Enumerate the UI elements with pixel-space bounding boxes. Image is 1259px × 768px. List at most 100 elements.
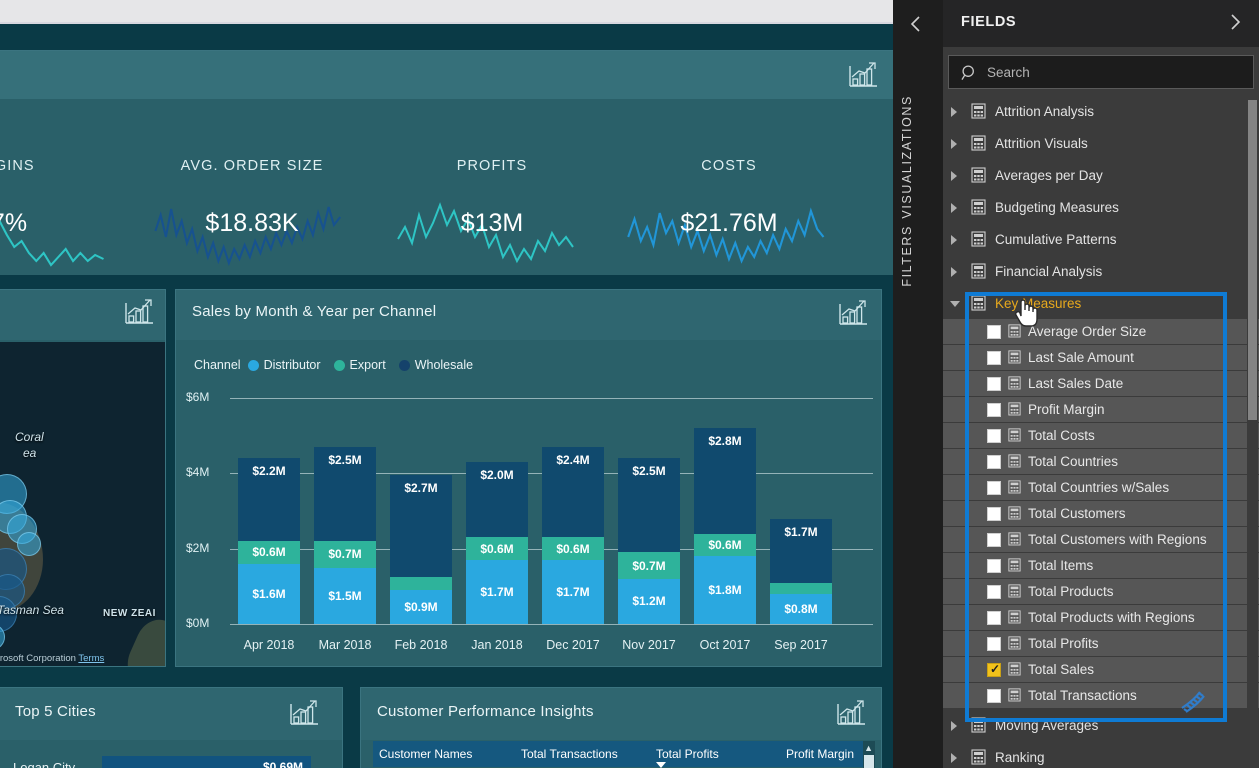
bar-stack[interactable]: $2.0M $0.6M $1.7M (466, 462, 528, 624)
scrollbar-thumb[interactable] (1248, 100, 1257, 420)
chevron-right-icon[interactable] (1225, 12, 1245, 32)
field-group-financial-analysis[interactable]: Financial Analysis (943, 255, 1259, 287)
kpi-summary-panel[interactable]: RGINS 7% AVG. ORDER SIZE $18.83K PROFITS… (0, 50, 894, 275)
chart-icon[interactable] (837, 299, 869, 327)
fields-vertical-scrollbar[interactable] (1247, 96, 1258, 768)
top-5-cities-panel[interactable]: Top 5 Cities Logan City $0.69M (0, 687, 343, 768)
bar-segment-distributor[interactable]: $0.9M (390, 590, 452, 624)
chart-icon[interactable] (288, 699, 320, 727)
field-group-ranking[interactable]: Ranking (943, 741, 1259, 768)
bar-segment-wholesale[interactable]: $2.8M (694, 428, 756, 534)
bar-segment-distributor[interactable]: $0.8M (770, 593, 832, 624)
chevron-left-icon[interactable] (905, 13, 927, 35)
chevron-down-icon[interactable] (950, 301, 960, 312)
field-measure-total-customers[interactable]: Total Customers (943, 501, 1259, 527)
field-group-cumulative-patterns[interactable]: Cumulative Patterns (943, 223, 1259, 255)
bar-stack[interactable]: $2.2M $0.6M $1.6M (238, 458, 300, 624)
measure-checkbox[interactable] (987, 611, 1001, 625)
column-header-customer-names[interactable]: Customer Names (373, 747, 513, 761)
bar-segment-wholesale[interactable]: $2.2M (238, 458, 300, 542)
table-vertical-scrollbar[interactable]: ▲ (863, 741, 875, 768)
tab-filters[interactable]: FILTERS (900, 225, 914, 287)
measure-checkbox[interactable] (987, 429, 1001, 443)
measure-checkbox[interactable] (987, 637, 1001, 651)
bar-segment-wholesale[interactable]: $2.4M (542, 446, 604, 538)
chevron-right-icon[interactable] (951, 203, 957, 213)
map-canvas[interactable]: Coral ea Tasman Sea NEW ZEAI icrosoft Co… (0, 342, 165, 666)
column-header-total-transactions[interactable]: Total Transactions (513, 747, 648, 761)
bar-segment-export[interactable]: $0.6M (542, 537, 604, 560)
bar-stack[interactable]: $2.5M $0.7M $1.2M (618, 458, 680, 624)
bar-segment-wholesale[interactable]: $2.0M (466, 462, 528, 538)
chart-icon[interactable] (123, 298, 155, 326)
field-measure-total-products-with-regions[interactable]: Total Products with Regions (943, 605, 1259, 631)
bar-segment-export[interactable] (390, 576, 452, 591)
chevron-right-icon[interactable] (951, 171, 957, 181)
customer-performance-panel[interactable]: Customer Performance Insights Customer N… (360, 687, 882, 768)
field-measure-total-profits[interactable]: Total Profits (943, 631, 1259, 657)
field-group-budgeting-measures[interactable]: Budgeting Measures (943, 191, 1259, 223)
field-measure-total-customers-with-regions[interactable]: Total Customers with Regions (943, 527, 1259, 553)
legend-item-distributor[interactable]: Distributor (247, 358, 321, 372)
measure-checkbox[interactable] (987, 325, 1001, 339)
measure-checkbox[interactable] (987, 559, 1001, 573)
map-bubble[interactable] (17, 532, 41, 556)
customer-table[interactable]: Customer Names Total Transactions Total … (373, 741, 865, 768)
column-header-profit-margin[interactable]: Profit Margin (778, 747, 865, 761)
field-measure-last-sales-date[interactable]: Last Sales Date (943, 371, 1259, 397)
chevron-right-icon[interactable] (951, 753, 957, 763)
measure-checkbox[interactable] (987, 403, 1001, 417)
kpi-card-costs[interactable]: COSTS $21.76M (624, 99, 834, 275)
chart-legend[interactable]: Channel Distributor Export Wholesale (194, 358, 479, 372)
chevron-right-icon[interactable] (951, 235, 957, 245)
bar-segment-wholesale[interactable]: $1.7M (770, 518, 832, 583)
chart-plot-area[interactable]: $0M $2M $4M $6M $2.2M $0.6M $1.6M Apr 2018 $2.5M… (176, 380, 881, 668)
bar-segment-export[interactable]: $0.7M (618, 552, 680, 579)
measure-checkbox[interactable] (987, 507, 1001, 521)
measure-checkbox[interactable] (987, 662, 1001, 677)
bar-segment-distributor[interactable]: $1.8M (694, 556, 756, 624)
bar-segment-export[interactable]: $0.7M (314, 541, 376, 568)
bar-segment-distributor[interactable]: $1.2M (618, 578, 680, 624)
chevron-right-icon[interactable] (951, 721, 957, 731)
bar-stack[interactable]: $2.4M $0.6M $1.7M (542, 446, 604, 624)
field-measure-last-sale-amount[interactable]: Last Sale Amount (943, 345, 1259, 371)
field-group-attrition-analysis[interactable]: Attrition Analysis (943, 95, 1259, 127)
chevron-right-icon[interactable] (951, 139, 957, 149)
bar-stack[interactable]: $2.8M $0.6M $1.8M (694, 428, 756, 624)
fields-search-box[interactable] (948, 55, 1254, 89)
map-panel[interactable]: Coral ea Tasman Sea NEW ZEAI icrosoft Co… (0, 289, 166, 667)
bar-segment-export[interactable]: $0.6M (466, 537, 528, 560)
search-input[interactable] (987, 56, 1247, 88)
scrollbar-thumb[interactable] (864, 755, 874, 768)
bar-segment-distributor[interactable]: $1.7M (466, 559, 528, 624)
kpi-card-avg-order-size[interactable]: AVG. ORDER SIZE $18.83K (147, 99, 357, 275)
field-measure-total-costs[interactable]: Total Costs (943, 423, 1259, 449)
kpi-card-margins[interactable]: RGINS 7% (0, 99, 114, 275)
scroll-up-icon[interactable]: ▲ (864, 743, 873, 753)
measure-checkbox[interactable] (987, 455, 1001, 469)
bar-stack[interactable]: $1.7M $0.8M (770, 518, 832, 624)
chart-icon[interactable] (835, 699, 867, 727)
field-measure-total-countries[interactable]: Total Countries (943, 449, 1259, 475)
field-measure-profit-margin[interactable]: Profit Margin (943, 397, 1259, 423)
bar-segment-distributor[interactable]: $1.7M (542, 559, 604, 624)
bar-segment-wholesale[interactable]: $2.7M (390, 475, 452, 577)
bar-segment-wholesale[interactable]: $2.5M (618, 458, 680, 553)
chevron-right-icon[interactable] (951, 267, 957, 277)
bar-stack[interactable]: $2.5M $0.7M $1.5M (314, 446, 376, 624)
measure-checkbox[interactable] (987, 533, 1001, 547)
measure-checkbox[interactable] (987, 585, 1001, 599)
field-group-key-measures[interactable]: Key Measures (943, 287, 1259, 319)
bar-segment-export[interactable]: $0.6M (238, 541, 300, 564)
field-measure-total-products[interactable]: Total Products (943, 579, 1259, 605)
bar-segment-export[interactable] (770, 582, 832, 594)
kpi-card-profits[interactable]: PROFITS $13M (392, 99, 592, 275)
measure-checkbox[interactable] (987, 351, 1001, 365)
bar-segment-distributor[interactable]: $1.5M (314, 567, 376, 624)
bar-segment-distributor[interactable]: $1.6M (238, 563, 300, 624)
tab-visualizations[interactable]: VISUALIZATIONS (900, 95, 914, 219)
field-group-attrition-visuals[interactable]: Attrition Visuals (943, 127, 1259, 159)
bar-segment-wholesale[interactable]: $2.5M (314, 446, 376, 542)
measure-checkbox[interactable] (987, 689, 1001, 703)
